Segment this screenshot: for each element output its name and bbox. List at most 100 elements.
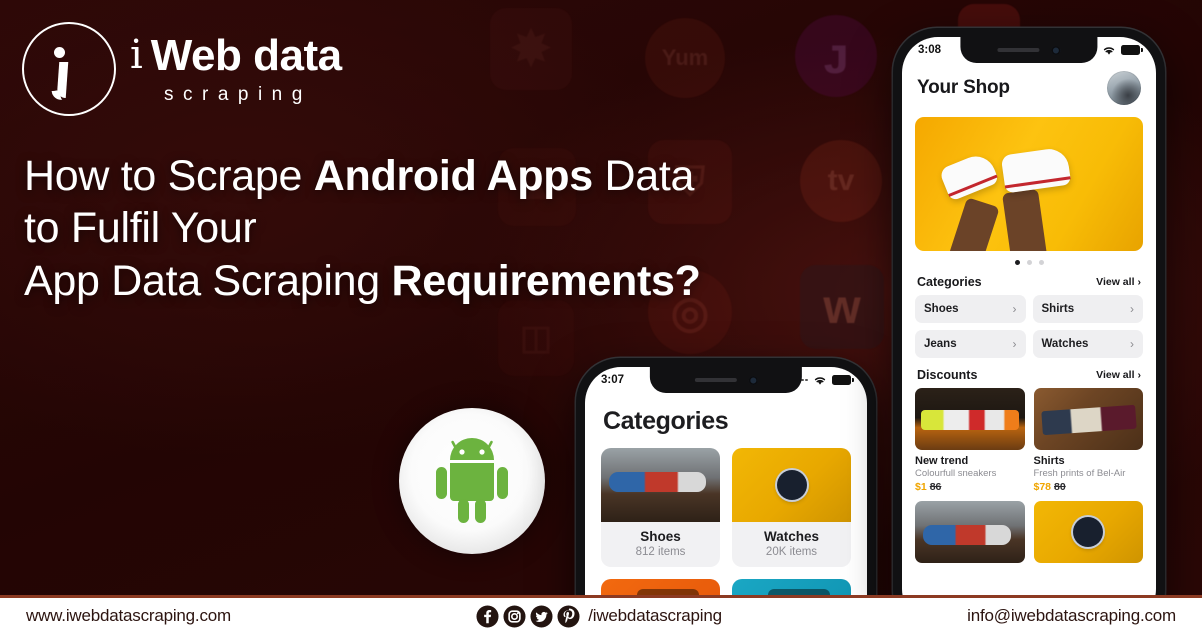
facebook-icon[interactable]: [476, 604, 499, 628]
pinterest-icon[interactable]: [557, 604, 580, 628]
background-app-icon: ᴊ: [795, 15, 877, 97]
front-camera: [748, 375, 758, 385]
headline-line3-a: App Data Scraping: [24, 256, 392, 305]
shop-screen: 3:08 Your Shop Categories View all › Sho…: [902, 37, 1156, 625]
social-icon-row: [476, 604, 580, 628]
brand-wordmark: i Web data scraping: [130, 34, 342, 106]
headline-line1-a: How to Scrape: [24, 152, 314, 200]
product-card-image[interactable]: [915, 501, 1025, 563]
categories-view-all-link[interactable]: View all ›: [1096, 276, 1141, 288]
discount-card-image: [1033, 388, 1143, 450]
chevron-right-icon: ›: [1012, 302, 1017, 316]
promo-banner: ✸Yumᴊ▲⛨tv◎w◫■ i Web data scraping How to…: [0, 0, 1202, 634]
headline-line1-c: Data: [592, 152, 695, 200]
chevron-right-icon: ›: [1130, 337, 1134, 351]
product-row-partial: [902, 501, 1156, 563]
hero-sneaker: [938, 150, 1000, 202]
category-tile-image: [601, 448, 720, 522]
hero-leg: [1002, 188, 1048, 251]
category-chip-grid: Shoes › Shirts › Jeans › Watches ›: [902, 295, 1156, 358]
chevron-right-icon: ›: [1137, 369, 1142, 381]
logo-letter-i: i: [130, 32, 143, 78]
categories-screen: 3:07 Categories Shoes 812 items Watches …: [585, 367, 867, 634]
carousel-dot[interactable]: [1038, 260, 1044, 265]
discount-card-grid: New trend Colourfull sneakers $1 86 Shirt…: [902, 388, 1156, 493]
logo-web-data: Web data: [150, 31, 342, 80]
headline-line3-b: Requirements?: [391, 256, 701, 305]
carousel-dot[interactable]: [1014, 260, 1020, 265]
phone-mockup-shop: 3:08 Your Shop Categories View all › Sho…: [893, 28, 1165, 634]
discount-card-title: Shirts: [1033, 455, 1065, 467]
logo-tail: [51, 89, 71, 101]
view-all-label: View all: [1096, 369, 1135, 381]
discount-card-title: New trend: [915, 455, 969, 467]
battery-icon: [832, 375, 854, 385]
chevron-right-icon: ›: [1137, 276, 1142, 288]
category-chip-label: Shirts: [1041, 303, 1075, 315]
hero-leg: [948, 197, 1000, 251]
chevron-right-icon: ›: [1012, 337, 1017, 351]
discounts-view-all-link[interactable]: View all ›: [1096, 369, 1141, 381]
phone-notch: [649, 367, 803, 393]
category-chip-shoes[interactable]: Shoes ›: [915, 295, 1026, 323]
android-badge: [399, 408, 545, 554]
category-chip-label: Shoes: [924, 303, 959, 315]
discount-card-image: [915, 388, 1025, 450]
brand-logo: i Web data scraping: [22, 22, 342, 116]
price-current: $1: [915, 481, 927, 493]
footer-website[interactable]: www.iwebdatascraping.com: [26, 606, 231, 626]
discounts-section-header: Discounts View all ›: [902, 358, 1156, 388]
chevron-right-icon: ›: [1130, 302, 1134, 316]
battery-icon: [1121, 45, 1143, 55]
front-camera: [1051, 45, 1061, 55]
background-app-icon: Yum: [645, 18, 725, 98]
wifi-icon: [1103, 46, 1115, 55]
discount-card-subtitle: Colourfull sneakers: [915, 468, 997, 479]
footer-social-handle[interactable]: /iwebdatascraping: [588, 606, 722, 626]
background-app-icon: w: [800, 265, 884, 349]
categories-section-title: Categories: [917, 275, 982, 289]
product-card-image[interactable]: [1033, 501, 1143, 563]
footer-bar: www.iwebdatascraping.com /iwebdatascrapi…: [0, 595, 1202, 634]
headline-line2: to Fulfil Your: [24, 204, 257, 253]
price-current: $78: [1033, 481, 1052, 493]
background-app-icon: tv: [800, 140, 882, 222]
category-tile-image: [732, 448, 851, 522]
discount-card[interactable]: New trend Colourfull sneakers $1 86: [915, 388, 1025, 493]
status-time: 3:08: [918, 44, 942, 56]
category-chip-shirts[interactable]: Shirts ›: [1032, 295, 1143, 323]
page-title: How to Scrape Android Apps Data to Fulfi…: [24, 150, 701, 307]
carousel-dot[interactable]: [1026, 260, 1032, 265]
category-tile-label: Shoes: [640, 529, 681, 544]
footer-email[interactable]: info@iwebdatascraping.com: [967, 606, 1176, 626]
category-chip-watches[interactable]: Watches ›: [1032, 330, 1143, 358]
speaker-grille: [694, 377, 737, 383]
price-original: 80: [1054, 481, 1066, 493]
discount-card[interactable]: Shirts Fresh prints of Bel-Air $78 80: [1033, 388, 1143, 493]
avatar[interactable]: [1107, 71, 1141, 105]
discount-card-subtitle: Fresh prints of Bel-Air: [1033, 468, 1126, 479]
wifi-icon: [814, 376, 826, 385]
speaker-grille: [997, 47, 1040, 53]
price-original: 86: [929, 481, 942, 493]
hero-sneaker: [1000, 146, 1072, 194]
phone-notch: [960, 37, 1098, 63]
status-time: 3:07: [601, 374, 625, 386]
instagram-icon[interactable]: [503, 604, 526, 628]
background-app-icon: ◫: [498, 300, 574, 376]
category-chip-jeans[interactable]: Jeans ›: [915, 330, 1026, 358]
android-robot-icon: [436, 438, 508, 523]
category-tile-count: 20K items: [765, 546, 818, 558]
discount-card-price: $1 86: [915, 481, 1025, 493]
category-chip-label: Watches: [1041, 338, 1089, 350]
category-tile[interactable]: Watches 20K items: [732, 448, 851, 567]
logo-dot: [54, 47, 65, 58]
shop-title: Your Shop: [917, 77, 1010, 98]
category-tile[interactable]: Shoes 812 items: [601, 448, 720, 567]
discounts-section-title: Discounts: [917, 368, 978, 382]
view-all-label: View all: [1096, 276, 1135, 288]
twitter-icon[interactable]: [530, 604, 553, 628]
footer-social: /iwebdatascraping: [476, 604, 722, 628]
hero-banner[interactable]: [915, 117, 1143, 251]
category-tile-label: Watches: [763, 529, 819, 544]
